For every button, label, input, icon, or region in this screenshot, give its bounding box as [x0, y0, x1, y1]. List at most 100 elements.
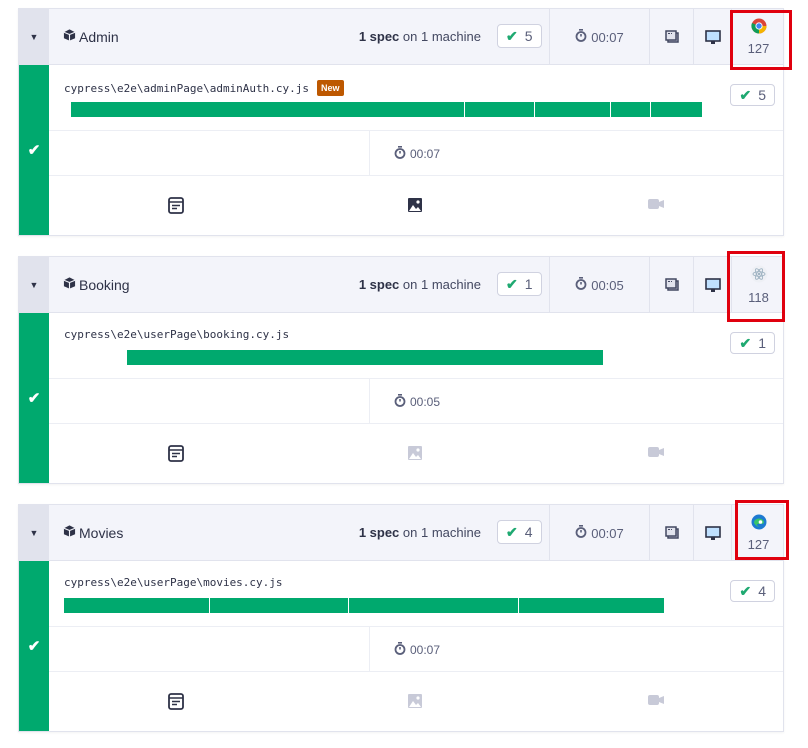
group-name: Admin — [79, 28, 119, 45]
check-icon: ✔ — [27, 638, 41, 655]
divider — [369, 131, 370, 175]
check-icon: ✔ — [739, 582, 752, 599]
group-name: Booking — [79, 276, 130, 293]
spec-passed-pill: ✔ 1 — [730, 332, 775, 354]
test-segment-2[interactable] — [210, 598, 349, 613]
screenshot-icon — [407, 445, 425, 463]
spec-passed-count: 1 — [758, 335, 766, 351]
electron-icon — [750, 265, 768, 286]
test-segment-3[interactable] — [535, 102, 611, 117]
output-log-icon[interactable] — [168, 197, 186, 215]
new-badge: New — [317, 80, 344, 96]
video-icon — [647, 693, 665, 711]
passed-count-pill: ✔ 4 — [497, 520, 542, 544]
spec-duration: 00:05 — [410, 395, 441, 409]
browser-version: 127 — [747, 41, 770, 56]
spec-path[interactable]: cypress\e2e\userPage\movies.cy.js — [64, 576, 283, 589]
spec-duration-row: 00:05 — [49, 379, 783, 424]
test-segment-4[interactable] — [518, 598, 664, 613]
duration-text: 00:05 — [591, 277, 624, 293]
spec-summary: 1 spec on 1 machine — [359, 29, 481, 44]
passed-count: 1 — [524, 276, 533, 292]
spec-summary: 1 spec on 1 machine — [359, 277, 481, 292]
test-segment-2[interactable] — [464, 102, 536, 117]
monitor-icon — [693, 257, 731, 313]
test-timeline-bar — [64, 598, 664, 613]
group-header[interactable]: ▼ Admin 1 spec on 1 machine ✔ 5 00:07 127 — [19, 9, 783, 65]
browser-version: 127 — [747, 537, 770, 552]
stopwatch-icon — [575, 525, 587, 541]
test-segment-5[interactable] — [651, 102, 703, 117]
spec-path[interactable]: cypress\e2e\adminPage\adminAuth.cy.js — [64, 82, 309, 95]
pass-status-strip: ✔ — [19, 65, 49, 235]
stopwatch-icon — [575, 29, 587, 45]
test-timeline-bar — [71, 102, 703, 117]
machine-count: 1 machine — [421, 277, 481, 292]
group-header[interactable]: ▼ Movies 1 spec on 1 machine ✔ 4 00:07 12… — [19, 505, 783, 561]
browser-info: 118 — [731, 257, 785, 313]
spec-count: 1 spec — [358, 277, 400, 292]
spec-passed-pill: ✔ 5 — [730, 84, 775, 106]
cube-icon — [63, 28, 76, 45]
caret-down-icon: ▼ — [29, 280, 39, 290]
collapse-toggle[interactable]: ▼ — [19, 9, 49, 65]
caret-down-icon: ▼ — [29, 32, 39, 42]
duration-text: 00:07 — [591, 525, 624, 541]
monitor-icon — [693, 9, 731, 65]
monitor-icon — [693, 505, 731, 561]
test-segment-3[interactable] — [348, 598, 519, 613]
spec-passed-count: 5 — [758, 87, 766, 103]
video-icon — [647, 445, 665, 463]
pass-status-strip: ✔ — [19, 313, 49, 483]
browser-info: 127 — [731, 505, 785, 561]
edge-icon — [751, 514, 767, 533]
test-segment-4[interactable] — [610, 102, 652, 117]
output-log-icon[interactable] — [168, 693, 186, 711]
screenshot-icon[interactable] — [407, 197, 425, 215]
group-header[interactable]: ▼ Booking 1 spec on 1 machine ✔ 1 00:05 1… — [19, 257, 783, 313]
spec-count: 1 spec — [358, 525, 400, 540]
test-segment-1[interactable] — [127, 350, 603, 365]
chrome-icon — [750, 18, 767, 37]
cube-icon — [63, 524, 76, 541]
check-icon: ✔ — [27, 390, 41, 407]
parallel-icon — [649, 257, 693, 313]
spec-duration: 00:07 — [410, 643, 441, 657]
test-segment-1[interactable] — [64, 598, 211, 613]
stopwatch-icon — [394, 642, 406, 658]
spec-group-admin: ▼ Admin 1 spec on 1 machine ✔ 5 00:07 127… — [18, 8, 784, 236]
check-icon: ✔ — [739, 334, 752, 351]
summary-text: on — [402, 29, 418, 44]
spec-passed-count: 4 — [758, 583, 766, 599]
check-icon: ✔ — [506, 27, 518, 44]
check-icon: ✔ — [739, 86, 752, 103]
machine-count: 1 machine — [421, 29, 481, 44]
check-icon: ✔ — [506, 275, 518, 292]
stopwatch-icon — [394, 146, 406, 162]
divider — [369, 379, 370, 423]
check-icon: ✔ — [27, 142, 41, 159]
output-log-icon[interactable] — [168, 445, 186, 463]
passed-count-pill: ✔ 5 — [497, 24, 542, 48]
test-timeline-bar — [127, 350, 603, 365]
machine-count: 1 machine — [421, 525, 481, 540]
caret-down-icon: ▼ — [29, 528, 39, 538]
browser-version: 118 — [748, 290, 769, 305]
divider — [369, 627, 370, 671]
duration-text: 00:07 — [591, 29, 624, 45]
parallel-icon — [649, 505, 693, 561]
collapse-toggle[interactable]: ▼ — [19, 505, 49, 561]
group-duration: 00:07 — [549, 505, 649, 561]
summary-text: on — [402, 525, 418, 540]
spec-row[interactable]: cypress\e2e\userPage\booking.cy.js ✔ 1 — [49, 313, 783, 379]
test-segment-1[interactable] — [71, 102, 465, 117]
artifacts-row — [49, 424, 783, 484]
spec-path[interactable]: cypress\e2e\userPage\booking.cy.js — [64, 328, 289, 341]
passed-count-pill: ✔ 1 — [497, 272, 542, 296]
collapse-toggle[interactable]: ▼ — [19, 257, 49, 313]
spec-group-booking: ▼ Booking 1 spec on 1 machine ✔ 1 00:05 1… — [18, 256, 784, 484]
artifacts-row — [49, 176, 783, 236]
spec-row[interactable]: cypress\e2e\adminPage\adminAuth.cy.js New… — [49, 65, 783, 131]
spec-duration: 00:07 — [410, 147, 441, 161]
spec-row[interactable]: cypress\e2e\userPage\movies.cy.js ✔ 4 — [49, 561, 783, 627]
